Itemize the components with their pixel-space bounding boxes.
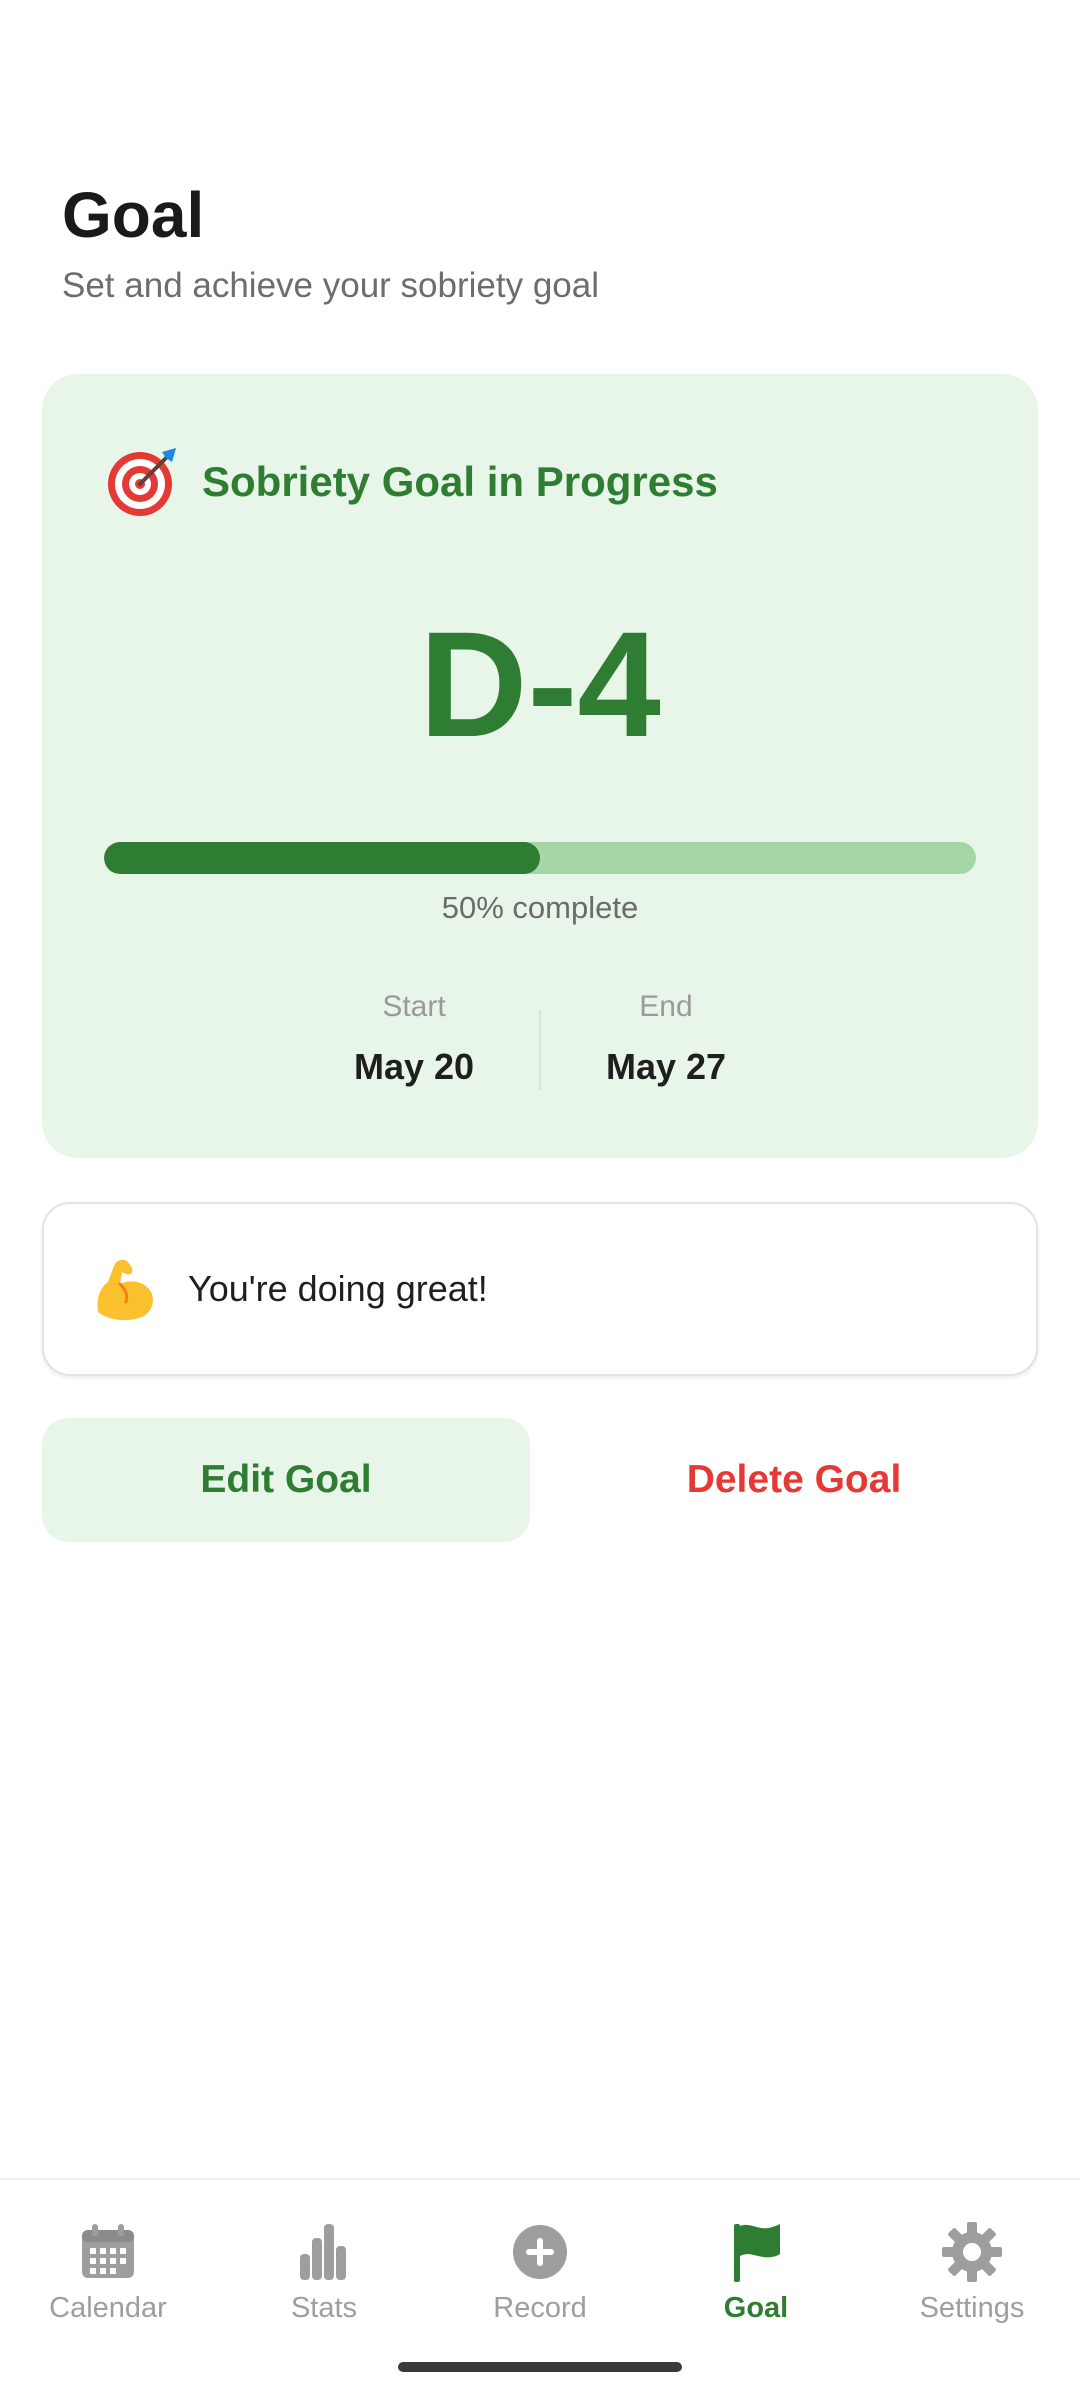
page-header: Goal Set and achieve your sobriety goal [62, 170, 599, 306]
gear-icon [942, 2222, 1002, 2282]
encouragement-card: You're doing great! [42, 1202, 1038, 1376]
add-circle-icon [513, 2225, 567, 2279]
end-date: End May 27 [541, 990, 791, 1090]
page-title: Goal [62, 179, 205, 251]
nav-item-calendar[interactable]: Calendar [0, 2220, 216, 2325]
goal-screen: Goal Set and achieve your sobriety goal … [0, 0, 1080, 2400]
home-indicator[interactable] [398, 2362, 682, 2372]
bar-chart-icon [300, 2224, 346, 2280]
edit-goal-button[interactable]: Edit Goal [42, 1418, 530, 1542]
nav-item-goal[interactable]: Goal [648, 2220, 864, 2325]
nav-label-stats: Stats [290, 2292, 358, 2324]
start-date-value: May 20 [353, 1046, 475, 1087]
nav-label-settings: Settings [919, 2292, 1025, 2324]
countdown-value: D-4 [419, 600, 661, 768]
end-date-value: May 27 [605, 1046, 727, 1087]
nav-label-record: Record [493, 2292, 587, 2324]
nav-label-goal: Goal [723, 2292, 789, 2324]
flexed-biceps-icon [97, 1259, 153, 1321]
goal-card-heading: Sobriety Goal in Progress [106, 446, 718, 518]
goal-progress-card: Sobriety Goal in Progress D-4 50% comple… [42, 374, 1038, 1158]
encouragement-text: You're doing great! [188, 1268, 488, 1309]
goal-progress-bar [104, 842, 976, 874]
goal-card-title: Sobriety Goal in Progress [202, 458, 718, 505]
progress-label: 50% complete [441, 890, 639, 925]
nav-item-settings[interactable]: Settings [864, 2220, 1080, 2325]
goal-progress-fill [104, 842, 540, 874]
start-date-label: Start [382, 990, 446, 1023]
page-subtitle: Set and achieve your sobriety goal [62, 266, 599, 305]
nav-item-record[interactable]: Record [432, 2220, 648, 2325]
goal-dates: Start May 20 End May 27 [42, 990, 1038, 1090]
start-date: Start May 20 [289, 990, 539, 1090]
end-date-label: End [639, 990, 693, 1023]
nav-label-calendar: Calendar [49, 2292, 167, 2324]
flag-icon [734, 2224, 780, 2282]
target-icon [108, 448, 176, 516]
delete-goal-button[interactable]: Delete Goal [552, 1418, 1036, 1542]
nav-item-stats[interactable]: Stats [216, 2220, 432, 2325]
calendar-icon [82, 2224, 134, 2278]
